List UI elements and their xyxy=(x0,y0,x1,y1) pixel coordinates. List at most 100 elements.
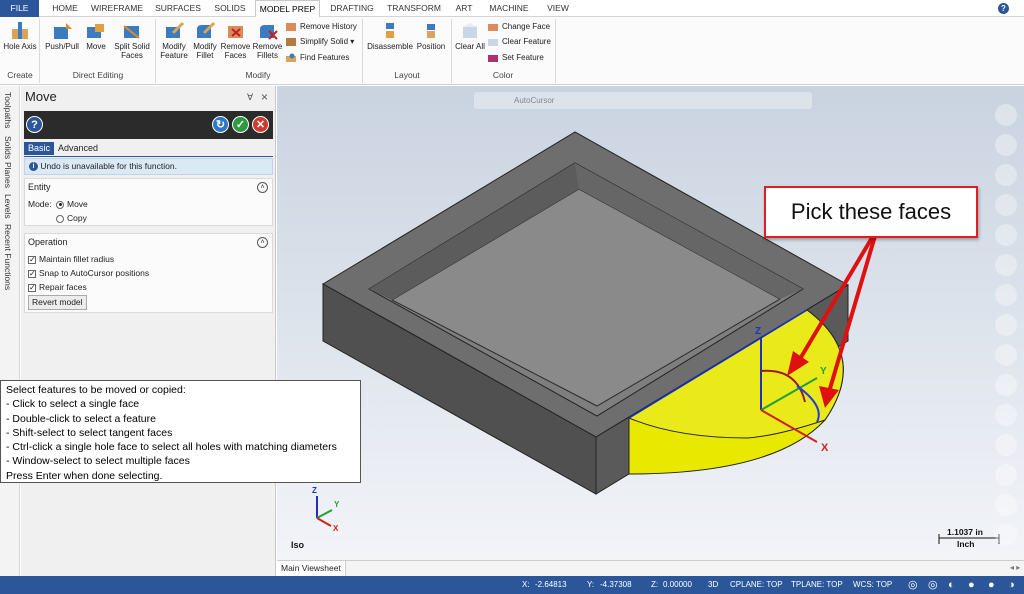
snap-autocursor-checkbox[interactable]: ✓ Snap to AutoCursor positions xyxy=(28,268,149,278)
position-button[interactable]: Position xyxy=(414,19,448,51)
globe-icon[interactable]: ◎ xyxy=(928,576,938,594)
close-icon[interactable]: × xyxy=(261,90,268,104)
tab-main-viewsheet[interactable]: Main Viewsheet xyxy=(277,561,346,576)
tab-advanced[interactable]: Advanced xyxy=(54,142,102,155)
radio-move[interactable]: Move xyxy=(56,199,88,209)
disassemble-button[interactable]: Disassemble xyxy=(366,19,414,51)
change-face-icon xyxy=(488,23,498,31)
tab-file[interactable]: FILE xyxy=(0,0,39,17)
help-icon[interactable]: ? xyxy=(998,3,1009,14)
split-solid-faces-button[interactable]: Split Solid Faces xyxy=(111,19,153,60)
tab-machine[interactable]: MACHINE xyxy=(482,0,536,17)
modify-feature-button[interactable]: Modify Feature xyxy=(158,19,190,60)
tplane-status[interactable]: TPLANE: TOP xyxy=(791,576,843,594)
render-icon[interactable]: ● xyxy=(988,576,995,594)
hole-axis-button[interactable]: Hole Axis xyxy=(3,19,37,51)
remove-history-button[interactable]: Remove History xyxy=(286,20,357,34)
radio-copy[interactable]: Copy xyxy=(56,213,87,223)
change-face-label: Change Face xyxy=(502,22,551,31)
tab-levels[interactable]: Levels xyxy=(3,194,13,219)
cplane-status[interactable]: CPLANE: TOP xyxy=(730,576,783,594)
set-feature-button[interactable]: Set Feature xyxy=(488,51,544,65)
clear-feature-button[interactable]: Clear Feature xyxy=(488,35,551,49)
gnomon-x-label: X xyxy=(821,442,829,454)
tab-view[interactable]: VIEW xyxy=(540,0,576,17)
layers-icon[interactable] xyxy=(995,344,1017,366)
section-icon[interactable] xyxy=(995,434,1017,456)
simplify-solid-button[interactable]: Simplify Solid ▾ xyxy=(286,35,354,49)
color-icon[interactable] xyxy=(995,404,1017,426)
trim-icon[interactable] xyxy=(995,284,1017,306)
move-label: Move xyxy=(86,42,106,51)
tab-model-prep[interactable]: MODEL PREP xyxy=(255,0,320,17)
push-pull-button[interactable]: Push/Pull xyxy=(43,19,81,51)
view-gnomon-x-label: X xyxy=(333,524,339,533)
help-icon[interactable]: ? xyxy=(26,116,43,133)
tab-planes[interactable]: Planes xyxy=(3,162,13,188)
remove-faces-button[interactable]: Remove Faces xyxy=(220,19,251,60)
circle-icon[interactable] xyxy=(995,164,1017,186)
ok-new-icon[interactable]: ↻ xyxy=(212,116,229,133)
chevron-down-icon: ▾ xyxy=(350,37,355,46)
checkbox-icon: ✓ xyxy=(28,254,36,264)
tab-solids[interactable]: SOLIDS xyxy=(208,0,252,17)
wcs-status[interactable]: WCS: TOP xyxy=(853,576,892,594)
sphere-icon[interactable]: ◐ xyxy=(948,576,955,594)
tab-recent-functions[interactable]: Recent Functions xyxy=(3,224,13,290)
mode-label: Mode: xyxy=(28,199,52,209)
translucency-icon[interactable]: ◑ xyxy=(1008,576,1015,594)
clear-all-button[interactable]: Clear All xyxy=(455,19,485,51)
view-gnomon-x xyxy=(316,517,332,527)
remove-fillets-button[interactable]: Remove Fillets xyxy=(252,19,283,60)
collapse-icon[interactable]: ˄ xyxy=(257,237,268,248)
tab-home[interactable]: HOME xyxy=(44,0,86,17)
x-value[interactable]: -2.64813 xyxy=(535,576,567,594)
shaded-icon[interactable]: ● xyxy=(968,576,975,594)
graphics-viewport[interactable]: AutoCursor Z Y X Z Y X Iso 1.1037 in Inc… xyxy=(277,86,1024,560)
no-entry-icon[interactable] xyxy=(995,524,1017,546)
globe-icon[interactable]: ◎ xyxy=(908,576,918,594)
dimension-icon[interactable] xyxy=(995,254,1017,276)
z-value[interactable]: 0.00000 xyxy=(663,576,692,594)
find-features-button[interactable]: Find Features xyxy=(286,51,349,65)
remove-history-label: Remove History xyxy=(300,22,357,31)
sketch-icon[interactable] xyxy=(995,194,1017,216)
cancel-icon[interactable]: ✕ xyxy=(252,116,269,133)
modify-fillet-button[interactable]: Modify Fillet xyxy=(190,19,220,60)
tab-solids-manager[interactable]: Solids xyxy=(3,136,13,159)
tab-art[interactable]: ART xyxy=(449,0,479,17)
remove-faces-label: Remove Faces xyxy=(220,42,251,60)
mode-3d[interactable]: 3D xyxy=(708,576,718,594)
add-icon[interactable] xyxy=(995,104,1017,126)
maintain-fillet-checkbox[interactable]: ✓ Maintain fillet radius xyxy=(28,254,114,264)
group-modify-label: Modify xyxy=(245,70,271,80)
change-face-button[interactable]: Change Face xyxy=(488,20,550,34)
manager-tabs: Toolpaths Solids Planes Levels Recent Fu… xyxy=(0,86,20,576)
move-button[interactable]: Move xyxy=(82,19,110,51)
wireframe-icon[interactable] xyxy=(995,464,1017,486)
modify-fillet-label: Modify Fillet xyxy=(193,42,217,60)
scroll-arrows-icon[interactable]: ◂ ▸ xyxy=(1010,563,1020,572)
group-layout-label: Layout xyxy=(394,70,420,80)
tab-toolpaths[interactable]: Toolpaths xyxy=(3,92,13,128)
tab-basic[interactable]: Basic xyxy=(24,142,55,155)
hole-axis-label: Hole Axis xyxy=(3,42,37,51)
analyze-icon[interactable] xyxy=(995,134,1017,156)
info-icon: i xyxy=(29,162,38,172)
ok-icon[interactable]: ✓ xyxy=(232,116,249,133)
menu-bar: FILE HOME WIREFRAME SURFACES SOLIDS MODE… xyxy=(0,0,1024,17)
solid-icon[interactable] xyxy=(995,314,1017,336)
repair-faces-checkbox[interactable]: ✓ Repair faces xyxy=(28,282,87,292)
shade-icon[interactable] xyxy=(995,374,1017,396)
y-value[interactable]: -4.37308 xyxy=(600,576,632,594)
collapse-icon[interactable]: ˄ xyxy=(257,182,268,193)
tab-drafting[interactable]: DRAFTING xyxy=(324,0,380,17)
pin-icon[interactable]: ∀ xyxy=(247,92,253,103)
cube-icon[interactable] xyxy=(995,224,1017,246)
tab-wireframe[interactable]: WIREFRAME xyxy=(88,0,146,17)
settings-icon[interactable] xyxy=(995,494,1017,516)
tab-transform[interactable]: TRANSFORM xyxy=(382,0,446,17)
split-solid-faces-label: Split Solid Faces xyxy=(114,42,150,60)
tab-surfaces[interactable]: SURFACES xyxy=(150,0,206,17)
revert-model-button[interactable]: Revert model xyxy=(28,295,87,310)
